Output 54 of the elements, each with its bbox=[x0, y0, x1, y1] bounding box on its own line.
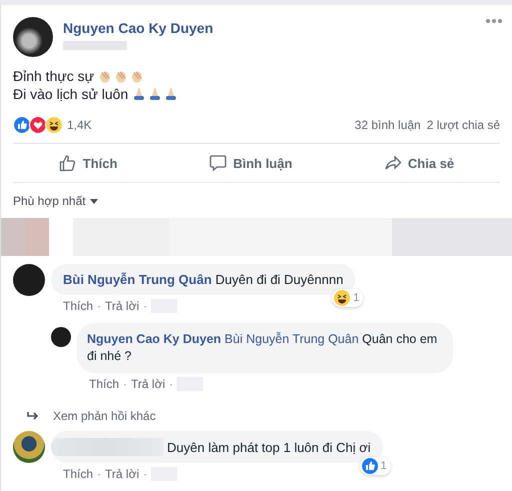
post-text: Đỉnh thực sự bbox=[13, 67, 94, 85]
comments-count[interactable]: 32 bình luận bbox=[354, 118, 421, 132]
like-button[interactable]: Thích bbox=[44, 146, 132, 180]
sort-dropdown[interactable]: Phù hợp nhất bbox=[13, 194, 512, 208]
author-name[interactable]: Nguyen Cao Ky Duyen bbox=[63, 20, 214, 36]
avatar[interactable] bbox=[13, 264, 45, 296]
separator-dot: · bbox=[143, 299, 148, 313]
like-reaction-icon bbox=[13, 116, 31, 134]
comment-action-link[interactable]: Thích bbox=[63, 467, 94, 481]
like-icon bbox=[362, 458, 378, 474]
more-replies-link[interactable]: Xem phản hồi khác bbox=[53, 409, 156, 423]
comment-text: Bùi Nguyễn Trung Quân Duyên đi đi Duyênnnn bbox=[63, 271, 344, 288]
separator-dot: · bbox=[97, 299, 102, 313]
reaction-badge[interactable]: 1 bbox=[360, 457, 391, 475]
mention-link[interactable]: Bùi Nguyễn Trung Quân bbox=[224, 332, 359, 346]
separator-dot: · bbox=[97, 467, 102, 481]
avatar[interactable] bbox=[51, 327, 71, 347]
share-button[interactable]: Chia sẻ bbox=[370, 146, 468, 180]
shares-count[interactable]: 2 lượt chia sẻ bbox=[426, 118, 500, 132]
reply-arrow-icon bbox=[27, 411, 39, 421]
more-options-icon[interactable] bbox=[486, 19, 502, 23]
separator-dot: · bbox=[143, 467, 148, 481]
love-reaction-icon bbox=[29, 116, 47, 134]
pray-emoji-icon bbox=[132, 87, 146, 101]
avatar[interactable] bbox=[13, 17, 53, 57]
blurred-time bbox=[63, 41, 127, 50]
author-link[interactable]: Bùi Nguyễn Trung Quân bbox=[63, 272, 212, 287]
comment-text: Duyên làm phát top 1 luôn đi Chị ơi bbox=[167, 438, 371, 456]
separator-dot: · bbox=[169, 377, 174, 391]
reaction-count[interactable]: 1,4K bbox=[67, 118, 355, 132]
haha-reaction-icon bbox=[45, 116, 63, 134]
author-link[interactable]: Nguyen Cao Ky Duyen bbox=[87, 332, 222, 346]
comment-button[interactable]: Bình luận bbox=[195, 146, 306, 180]
speech-bubble-icon bbox=[209, 154, 228, 172]
clap-emoji-icon bbox=[98, 69, 112, 83]
post-text: Đi vào lịch sử luôn bbox=[13, 85, 128, 103]
comment-action-link[interactable]: Thích bbox=[63, 299, 94, 313]
clap-emoji-icon bbox=[130, 69, 144, 83]
pray-emoji-icon bbox=[148, 87, 162, 101]
comment-action-link[interactable]: Trả lời bbox=[131, 377, 166, 391]
comment-action-link[interactable]: Thích bbox=[89, 377, 120, 391]
pray-emoji-icon bbox=[164, 87, 178, 101]
comment-action-link[interactable]: Trả lời bbox=[105, 299, 140, 313]
haha-icon bbox=[334, 290, 350, 306]
reaction-badge[interactable]: 1 bbox=[332, 289, 364, 307]
comment-text: Nguyen Cao Ky Duyen Bùi Nguyễn Trung Quân Quân cho em đi nhé ? bbox=[87, 331, 438, 365]
reaction-count: 1 bbox=[380, 460, 387, 472]
thumbs-up-icon bbox=[58, 154, 77, 172]
share-arrow-icon bbox=[384, 154, 402, 172]
reaction-count: 1 bbox=[353, 292, 360, 304]
clap-emoji-icon bbox=[114, 69, 128, 83]
comment-action-link[interactable]: Trả lời bbox=[105, 467, 140, 481]
separator-dot: · bbox=[123, 377, 128, 391]
avatar[interactable] bbox=[13, 431, 45, 463]
